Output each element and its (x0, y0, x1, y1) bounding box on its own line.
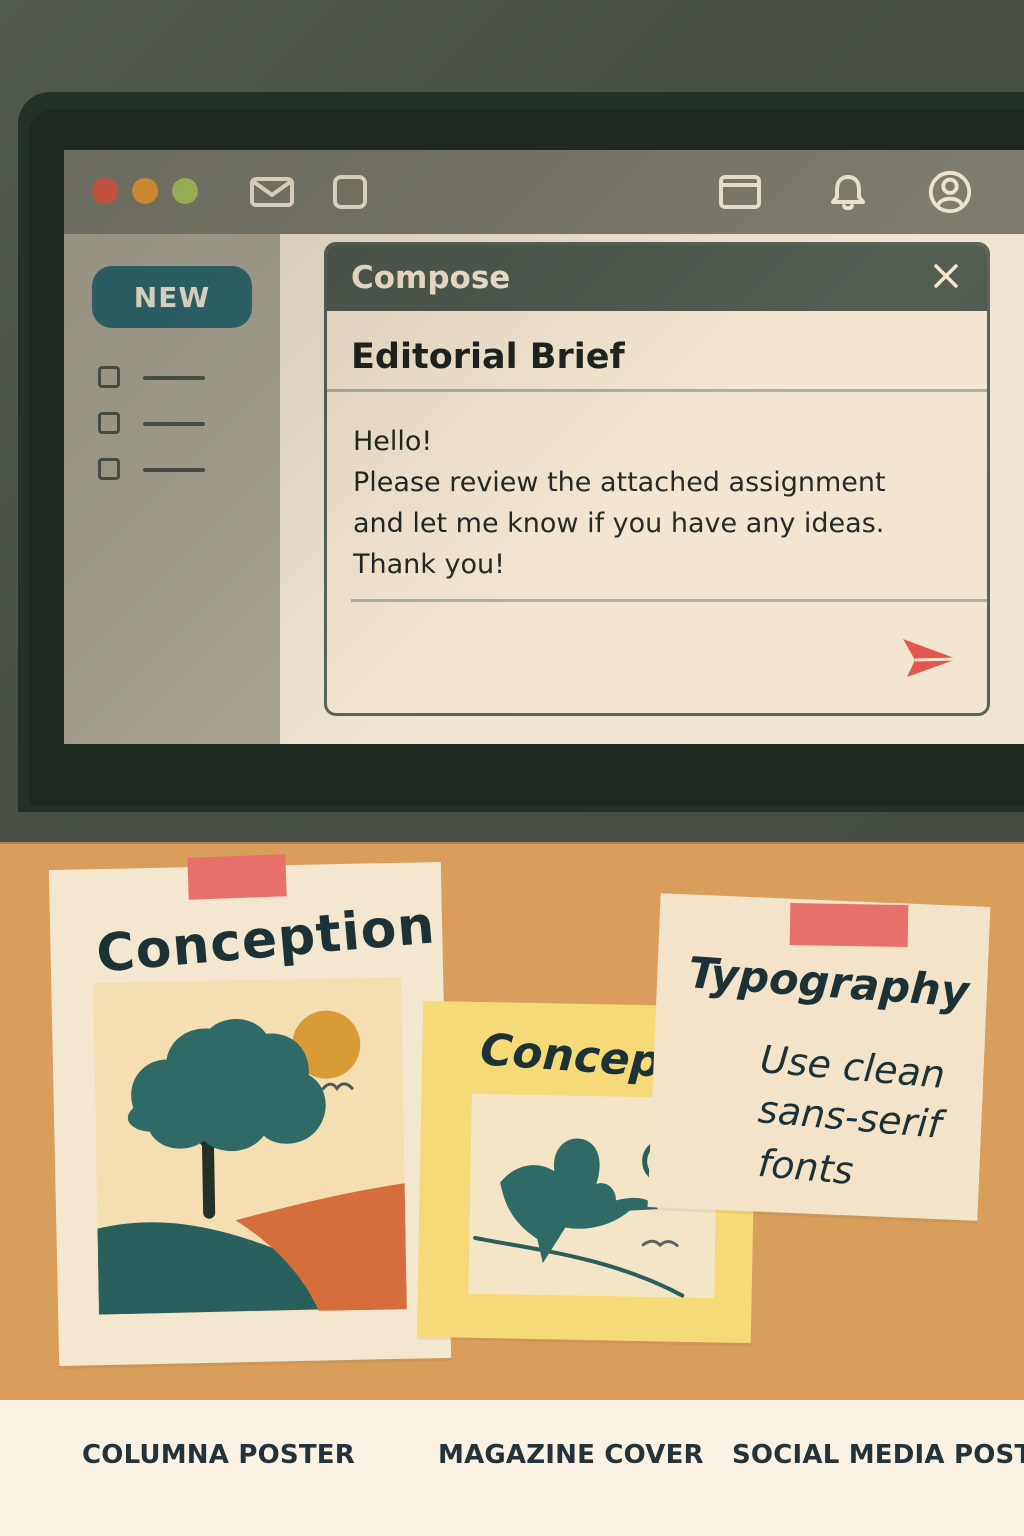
new-button[interactable]: NEW (92, 266, 252, 328)
compose-title: Compose (351, 260, 511, 296)
sidebar-item-1[interactable] (98, 366, 248, 394)
checkbox-icon[interactable] (98, 412, 120, 434)
sidebar-placeholder-line (143, 468, 205, 472)
minimize-window-dot[interactable] (132, 178, 158, 204)
sidebar-placeholder-line (143, 376, 205, 380)
mail-icon[interactable] (248, 170, 296, 214)
profile-icon[interactable] (926, 170, 974, 214)
checkbox-icon[interactable] (98, 458, 120, 480)
bell-icon[interactable] (824, 170, 872, 214)
social-media-post-label: SOCIAL MEDIA POST (732, 1440, 1024, 1470)
email-body-line: and let me know if you have any ideas. (353, 508, 885, 539)
sidebar-placeholder-line (143, 422, 205, 426)
sidebar-item-3[interactable] (98, 458, 248, 486)
body-divider (351, 599, 987, 602)
tape-piece (789, 902, 909, 948)
close-window-dot[interactable] (92, 178, 118, 204)
email-body-line: Hello! (353, 426, 433, 457)
email-body[interactable]: Hello! Please review the attached assign… (353, 421, 953, 585)
compose-window: Compose Editorial Brief Hello! Please re… (324, 242, 990, 716)
email-body-line: Please review the attached assignment (353, 467, 886, 498)
email-subject[interactable]: Editorial Brief (351, 337, 625, 377)
email-body-line: Thank you! (353, 549, 505, 580)
magazine-cover-label: MAGAZINE COVER (438, 1440, 704, 1470)
tape-piece (187, 854, 287, 900)
checkbox-icon[interactable] (98, 366, 120, 388)
subject-divider (327, 389, 987, 392)
compose-header: Compose (327, 245, 987, 311)
landscape-sketch (93, 977, 407, 1315)
columna-poster-label: COLUMNA POSTER (82, 1440, 355, 1470)
maximize-window-dot[interactable] (172, 178, 198, 204)
top-toolbar (64, 150, 1024, 234)
laptop-screen: NEW Compose Editorial Brief Hello! Pleas… (64, 150, 1024, 744)
sidebar-item-2[interactable] (98, 412, 248, 440)
close-icon[interactable] (923, 253, 969, 299)
board-edge (0, 842, 1024, 844)
window-icon[interactable] (716, 170, 764, 214)
typography-note-line: fonts (756, 1140, 856, 1194)
send-icon[interactable] (899, 631, 961, 685)
square-icon[interactable] (326, 170, 374, 214)
page: NEW Compose Editorial Brief Hello! Pleas… (0, 0, 1024, 1536)
